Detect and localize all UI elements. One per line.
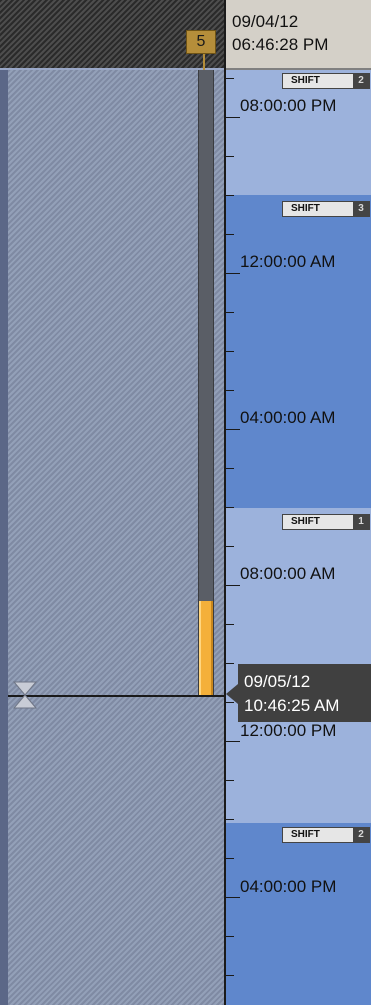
timeline-tick (226, 741, 240, 742)
shift-badge[interactable]: SHIFT 3 (282, 201, 370, 217)
timeline-tick (226, 819, 234, 820)
progress-fill (199, 601, 213, 695)
timeline[interactable]: 09/04/12 06:46:28 PM SHIFT 2 SHIFT 3 SHIFT… (224, 0, 371, 1005)
marker-stem (203, 53, 205, 70)
timeline-axis (224, 0, 226, 1005)
start-date: 09/04/12 (232, 12, 299, 31)
timeline-tick (226, 429, 240, 430)
timeline-tick (226, 273, 240, 274)
timeline-tick (226, 156, 234, 157)
current-date: 09/05/12 (244, 672, 311, 691)
timeline-tick (226, 546, 234, 547)
time-label: 08:00:00 PM (240, 96, 337, 115)
shift-segment (226, 195, 371, 508)
timeline-tick (226, 351, 234, 352)
timeline-tick (226, 312, 234, 313)
timeline-tick (226, 78, 234, 79)
hourglass-icon[interactable] (12, 680, 38, 710)
marker-count-badge[interactable]: 5 (186, 30, 216, 54)
shift-segment (226, 823, 371, 1005)
current-time: 10:46:25 AM (244, 696, 340, 715)
timeline-tick (226, 507, 234, 508)
timeline-tick (226, 624, 234, 625)
progress-bar[interactable] (198, 70, 214, 695)
timeline-tick (226, 975, 234, 976)
timeline-tick (226, 468, 234, 469)
time-label: 04:00:00 PM (240, 877, 337, 896)
timeline-tick (226, 390, 234, 391)
timeline-tick (226, 780, 234, 781)
schedule-area[interactable] (8, 70, 224, 1005)
shift-badge[interactable]: SHIFT 1 (282, 514, 370, 530)
time-label: 12:00:00 PM (240, 721, 337, 740)
time-label: 08:00:00 AM (240, 564, 336, 583)
timeline-tick (226, 195, 234, 196)
start-time: 06:46:28 PM (232, 35, 329, 54)
shift-badge[interactable]: SHIFT 2 (282, 73, 370, 89)
timeline-tick (226, 234, 234, 235)
current-time-callout: 09/05/12 10:46:25 AM (226, 664, 371, 722)
time-label: 12:00:00 AM (240, 252, 336, 271)
start-datetime: 09/04/12 06:46:28 PM (226, 0, 371, 70)
left-edge (0, 70, 8, 1005)
shift-badge[interactable]: SHIFT 2 (282, 827, 370, 843)
timeline-tick (226, 585, 240, 586)
timeline-tick (226, 117, 240, 118)
time-label: 04:00:00 AM (240, 408, 336, 427)
timeline-tick (226, 936, 234, 937)
timeline-tick (226, 858, 234, 859)
current-time-line (8, 695, 224, 697)
timeline-tick (226, 897, 240, 898)
